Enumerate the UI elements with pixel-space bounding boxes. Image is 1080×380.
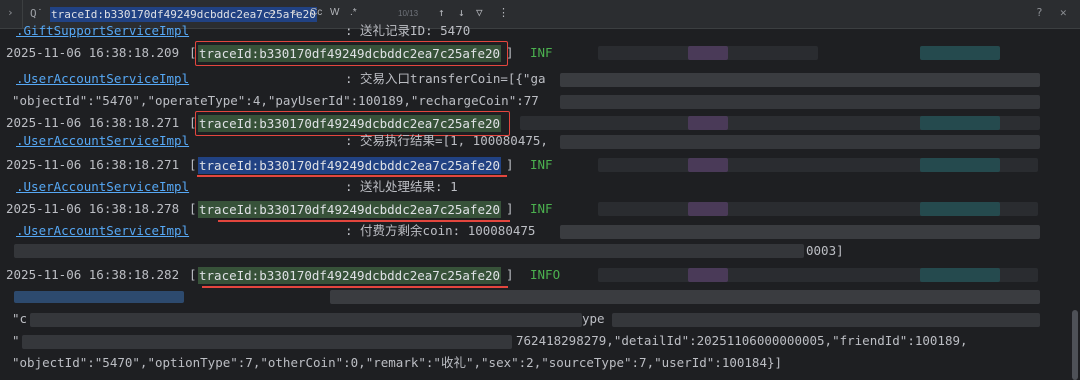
red-underline [202, 286, 508, 288]
redacted-block [688, 158, 728, 172]
redacted-block [920, 202, 1000, 216]
words-toggle[interactable]: W [330, 7, 339, 18]
log-timestamp: 2025-11-06 16:38:18.271 [6, 115, 180, 130]
log-message: : 送礼处理结果: 1 [345, 179, 458, 194]
redacted-block [920, 158, 1000, 172]
redacted-block [688, 46, 728, 60]
red-highlight-box [195, 41, 508, 66]
redacted-block [688, 116, 728, 130]
redacted-block [22, 335, 512, 349]
search-history-icon[interactable]: Q˙ [30, 7, 43, 20]
bracket: ] [506, 267, 514, 282]
log-level: INF [530, 157, 553, 172]
redacted-block [612, 313, 1040, 327]
logger-class[interactable]: .GiftSupportServiceImpl [16, 22, 189, 40]
match-count: 10/13 [398, 9, 419, 18]
redacted-block [560, 95, 1040, 109]
logger-class[interactable]: .UserAccountServiceImpl [16, 222, 189, 240]
redacted-block [14, 291, 184, 303]
bracket: ] [506, 201, 514, 216]
filter-icon[interactable]: ▽ [476, 6, 483, 19]
more-options-icon[interactable]: ⋮ [498, 6, 509, 19]
redacted-block [688, 268, 728, 282]
log-level: INF [530, 45, 553, 60]
bracket: [ [189, 157, 197, 172]
redacted-block [560, 73, 1040, 87]
close-icon[interactable]: ✕ [1060, 6, 1067, 19]
new-line-icon[interactable]: ↵ [268, 7, 274, 18]
bracket: ] [506, 157, 514, 172]
log-message: "objectId":"5470","optionType":7,"otherC… [12, 355, 783, 370]
log-message: : 交易入口transferCoin=[{"ga [345, 71, 546, 86]
console-log: .GiftSupportServiceImpl : 送礼记录ID: 5470 2… [0, 23, 1080, 380]
bracket: [ [189, 267, 197, 282]
help-icon[interactable]: ? [1036, 6, 1043, 19]
logger-class[interactable]: .UserAccountServiceImpl [16, 178, 189, 196]
redacted-block [330, 290, 1040, 304]
log-message: "objectId":"5470","operateType":4,"payUs… [12, 93, 539, 108]
log-message: 762418298279,"detailId":2025110600000000… [516, 333, 968, 348]
log-level: INFO [530, 267, 561, 282]
search-input[interactable]: traceId:b330170df49249dcbddc2ea7c25afe20 [50, 7, 317, 22]
match-case-toggle[interactable]: Cc [310, 7, 322, 18]
redacted-block [688, 202, 728, 216]
trace-id-match: traceId:b330170df49249dcbddc2ea7c25afe20 [198, 267, 502, 284]
redacted-block [920, 46, 1000, 60]
trace-id-match: traceId:b330170df49249dcbddc2ea7c25afe20 [198, 201, 502, 218]
log-timestamp: 2025-11-06 16:38:18.209 [6, 45, 180, 60]
trace-id-current-match: traceId:b330170df49249dcbddc2ea7c25afe20 [198, 157, 502, 174]
bracket: [ [189, 201, 197, 216]
log-level: INF [530, 201, 553, 216]
log-timestamp: 2025-11-06 16:38:18.271 [6, 157, 180, 172]
log-message: : 交易执行结果=[1, 100080475, [345, 133, 548, 148]
log-timestamp: 2025-11-06 16:38:18.278 [6, 201, 180, 216]
log-message: 0003] [806, 243, 844, 258]
regex-toggle[interactable]: .* [350, 7, 357, 18]
log-timestamp: 2025-11-06 16:38:18.282 [6, 267, 180, 282]
log-message: "c [12, 311, 28, 326]
log-message: ype [582, 311, 605, 326]
logger-class[interactable]: .UserAccountServiceImpl [16, 132, 189, 150]
next-occurrence-icon[interactable]: ↓ [458, 6, 465, 19]
preserve-case-icon[interactable]: ↻ [292, 7, 298, 18]
log-message: " [12, 333, 20, 348]
redacted-block [920, 268, 1000, 282]
log-message: : 付费方剩余coin: 100080475 [345, 223, 536, 238]
redacted-block [920, 116, 1000, 130]
log-message: : 送礼记录ID: 5470 [345, 23, 471, 38]
redacted-block [560, 135, 1040, 149]
redacted-block [14, 244, 804, 258]
redacted-block [30, 313, 582, 327]
redacted-block [560, 225, 1040, 239]
logger-class[interactable]: .UserAccountServiceImpl [16, 70, 189, 88]
expand-replace-icon[interactable]: › [7, 6, 14, 19]
previous-occurrence-icon[interactable]: ↑ [438, 6, 445, 19]
red-underline [197, 175, 507, 177]
